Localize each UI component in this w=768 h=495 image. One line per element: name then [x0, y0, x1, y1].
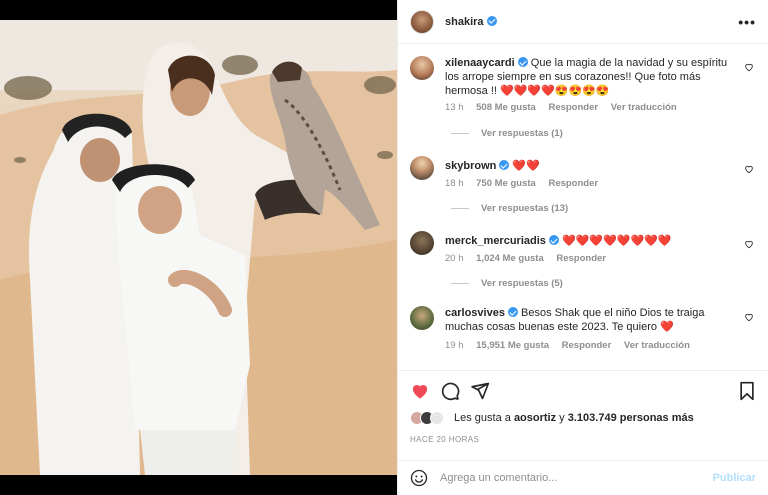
- bookmark-icon[interactable]: [738, 381, 756, 401]
- likes-prefix: Les gusta a: [454, 412, 514, 424]
- post-media: [0, 0, 397, 495]
- comment-avatar[interactable]: [410, 156, 434, 180]
- likes-summary: Les gusta a aosortiz y 3.103.749 persona…: [410, 411, 694, 425]
- verified-icon: [507, 307, 518, 317]
- comment-username[interactable]: carlosvives: [445, 307, 505, 319]
- publish-button[interactable]: Publicar: [713, 472, 756, 484]
- comment-username[interactable]: skybrown: [445, 160, 496, 172]
- comment-icon[interactable]: [440, 381, 460, 401]
- comment-meta: 20 h 1,024 Me gusta Responder: [445, 253, 616, 264]
- view-replies-button[interactable]: Ver respuestas (5): [451, 278, 563, 289]
- verified-icon: [499, 160, 510, 170]
- smiley-icon[interactable]: [410, 469, 428, 487]
- comment-body: xilenaaycardi Que la magia de la navidad…: [445, 56, 738, 98]
- likes-text: Les gusta a aosortiz y 3.103.749 persona…: [454, 412, 694, 424]
- action-bar: [410, 381, 756, 403]
- comment-username[interactable]: xilenaaycardi: [445, 57, 515, 69]
- comment-time: 20 h: [445, 253, 464, 264]
- post-photo[interactable]: [0, 20, 397, 475]
- comment-avatar[interactable]: [410, 306, 434, 330]
- view-replies-button[interactable]: Ver respuestas (1): [451, 128, 563, 139]
- post-side-panel: shakira ••• xilenaaycardi Que la magia d…: [397, 0, 768, 495]
- reply-button[interactable]: Responder: [548, 102, 598, 113]
- likes-connector: y: [556, 412, 568, 424]
- translate-button[interactable]: Ver traducción: [611, 102, 677, 113]
- verified-icon: [548, 235, 559, 245]
- author-avatar[interactable]: [410, 9, 434, 34]
- post-header: shakira •••: [398, 0, 768, 44]
- comment-likes[interactable]: 750 Me gusta: [476, 178, 536, 189]
- replies-divider: [451, 283, 469, 284]
- comment-body: merck_mercuriadis ❤️❤️❤️❤️❤️❤️❤️❤️: [445, 234, 738, 248]
- view-replies-label[interactable]: Ver respuestas (5): [481, 278, 563, 289]
- comment-emoji: ❤️❤️: [512, 160, 540, 172]
- liker-avatars[interactable]: [410, 411, 450, 425]
- comment-username[interactable]: merck_mercuriadis: [445, 235, 546, 247]
- add-comment-bar: Publicar: [398, 460, 768, 495]
- comment-meta: 18 h 750 Me gusta Responder: [445, 178, 608, 189]
- comment-body: skybrown ❤️❤️: [445, 159, 738, 173]
- comment-time: 18 h: [445, 178, 464, 189]
- comment-time: 19 h: [445, 340, 464, 351]
- comment-emoji: ❤️❤️❤️❤️😍😍😍😍: [500, 85, 610, 97]
- verified-icon: [486, 15, 497, 26]
- comment-body: carlosvives Besos Shak que el niño Dios …: [445, 306, 738, 334]
- comment-likes[interactable]: 508 Me gusta: [476, 102, 536, 113]
- heart-filled-icon[interactable]: [410, 381, 430, 401]
- heart-outline-icon[interactable]: [744, 312, 754, 322]
- post-actions: Les gusta a aosortiz y 3.103.749 persona…: [398, 370, 768, 460]
- comment-meta: 19 h 15,951 Me gusta Responder Ver tradu…: [445, 340, 700, 351]
- comment-likes[interactable]: 15,951 Me gusta: [476, 340, 549, 351]
- comment-input[interactable]: [440, 472, 713, 484]
- replies-divider: [451, 208, 469, 209]
- view-replies-label[interactable]: Ver respuestas (13): [481, 203, 568, 214]
- translate-button[interactable]: Ver traducción: [624, 340, 690, 351]
- more-dots-icon[interactable]: •••: [738, 14, 756, 30]
- comment-emoji: ❤️❤️❤️❤️❤️❤️❤️❤️: [561, 235, 672, 247]
- heart-outline-icon[interactable]: [744, 62, 754, 72]
- reply-button[interactable]: Responder: [548, 178, 598, 189]
- comment-time: 13 h: [445, 102, 464, 113]
- heart-outline-icon[interactable]: [744, 164, 754, 174]
- reply-button[interactable]: Responder: [556, 253, 606, 264]
- comments-list[interactable]: xilenaaycardi Que la magia de la navidad…: [398, 44, 768, 370]
- heart-outline-icon[interactable]: [744, 239, 754, 249]
- replies-divider: [451, 133, 469, 134]
- reply-button[interactable]: Responder: [562, 340, 612, 351]
- author-username-text[interactable]: shakira: [445, 16, 484, 28]
- comment-avatar[interactable]: [410, 56, 434, 80]
- author-username[interactable]: shakira: [445, 15, 497, 28]
- view-replies-button[interactable]: Ver respuestas (13): [451, 203, 568, 214]
- likes-user-link[interactable]: aosortiz: [514, 412, 556, 424]
- comment-likes[interactable]: 1,024 Me gusta: [476, 253, 544, 264]
- share-send-icon[interactable]: [470, 381, 490, 401]
- comment-emoji: ❤️: [660, 321, 674, 333]
- verified-icon: [517, 57, 528, 67]
- photo-illustration: [0, 20, 397, 475]
- view-replies-label[interactable]: Ver respuestas (1): [481, 128, 563, 139]
- likes-count-link[interactable]: 3.103.749 personas más: [568, 412, 694, 424]
- post-timestamp[interactable]: HACE 20 HORAS: [410, 435, 479, 444]
- comment-meta: 13 h 508 Me gusta Responder Ver traducci…: [445, 102, 687, 113]
- comment-avatar[interactable]: [410, 231, 434, 255]
